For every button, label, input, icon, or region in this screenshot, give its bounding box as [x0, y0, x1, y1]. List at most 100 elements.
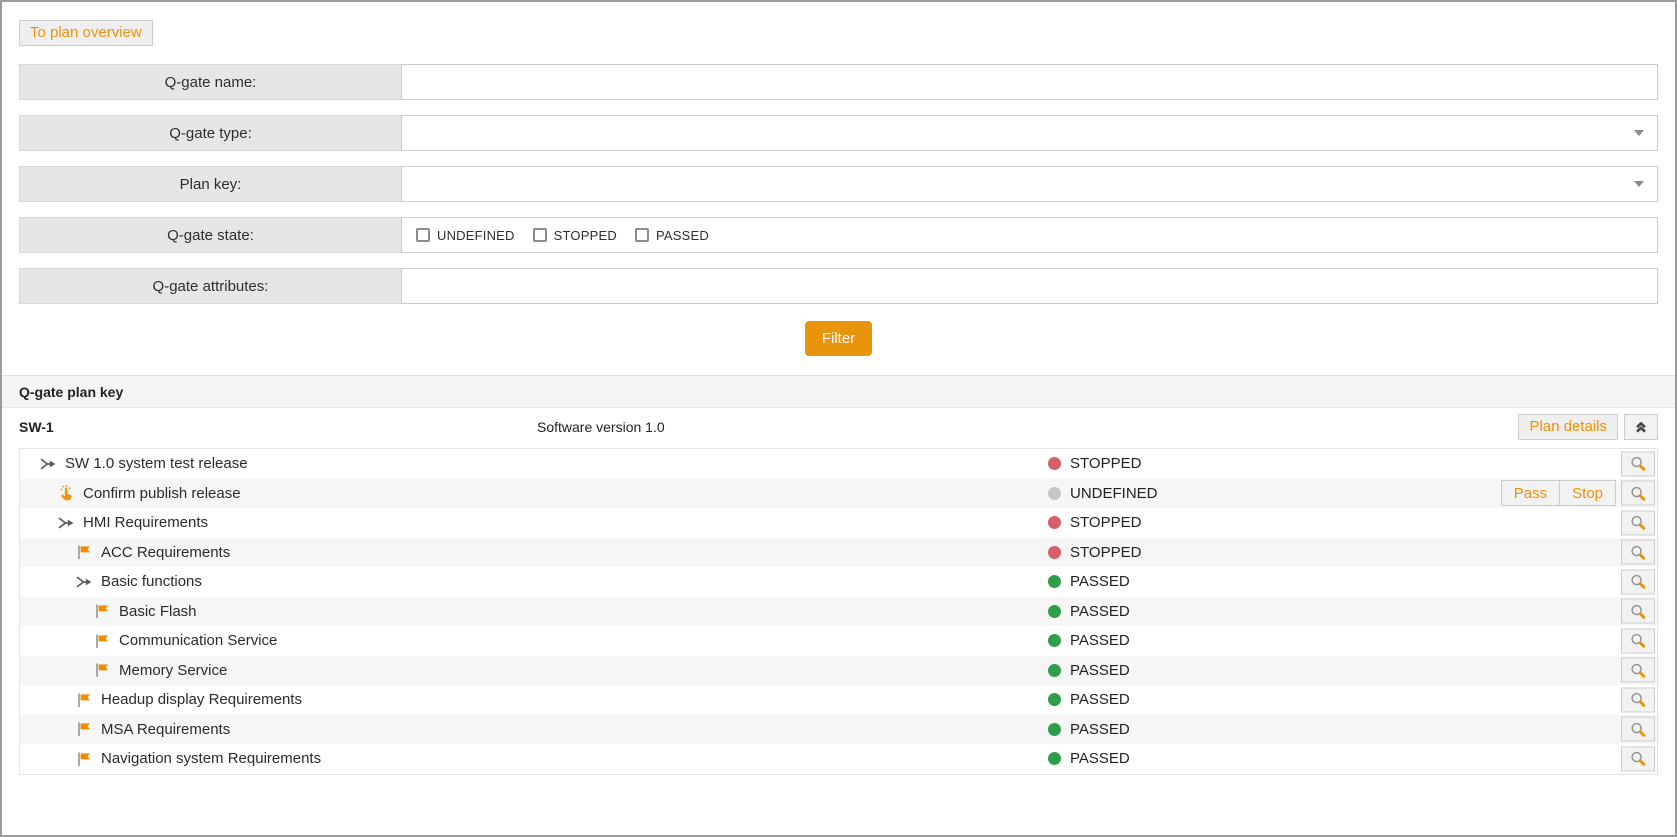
status-dot-icon	[1048, 634, 1061, 648]
magnifier-icon	[1631, 663, 1646, 678]
filter-button[interactable]: Filter	[804, 321, 873, 356]
form-row-plan-key: Plan key:	[19, 166, 1658, 202]
plan-row: SW-1 Software version 1.0 Plan details	[2, 408, 1675, 445]
qgate-status: STOPPED	[1048, 538, 1141, 568]
milestone-flag-icon	[78, 545, 90, 560]
plan-key-select[interactable]	[402, 167, 1657, 201]
magnifier-icon	[1631, 486, 1646, 501]
state-stopped-checkbox[interactable]	[532, 228, 547, 242]
plan-key-value: SW-1	[19, 418, 54, 435]
to-plan-overview-button[interactable]: To plan overview	[19, 20, 153, 46]
qgate-status: PASSED	[1048, 685, 1130, 715]
details-magnifier-button[interactable]	[1621, 451, 1655, 477]
magnifier-icon	[1631, 722, 1646, 737]
milestone-flag-icon	[96, 663, 108, 678]
qgate-row: Basic Flash PASSED	[20, 596, 1657, 627]
qgate-attributes-input[interactable]	[402, 269, 1657, 303]
details-magnifier-button[interactable]	[1621, 628, 1655, 654]
form-row-qgate-name: Q-gate name:	[19, 64, 1658, 100]
details-magnifier-button[interactable]	[1621, 716, 1655, 742]
qgate-status: UNDEFINED	[1048, 479, 1158, 509]
qgate-name: MSA Requirements	[101, 720, 231, 738]
qgate-name-input[interactable]	[402, 65, 1657, 99]
qgate-name: SW 1.0 system test release	[65, 455, 248, 473]
qgate-row: Headup display Requirements PASSED	[20, 685, 1657, 715]
qgate-status: PASSED	[1048, 626, 1130, 656]
status-label: STOPPED	[1070, 543, 1142, 561]
confirm-hand-icon	[60, 485, 72, 501]
qgate-type-select[interactable]	[402, 116, 1657, 150]
status-dot-icon	[1048, 693, 1061, 707]
milestone-flag-icon	[96, 604, 108, 619]
milestone-flag-icon	[78, 693, 90, 707]
details-magnifier-button[interactable]	[1621, 510, 1655, 536]
row-icon	[76, 692, 93, 708]
qgate-row: SW 1.0 system test release STOPPED	[20, 449, 1657, 479]
qgate-status: STOPPED	[1048, 449, 1141, 479]
magnifier-icon	[1631, 457, 1646, 472]
qgate-row: Basic functions PASSED	[20, 567, 1657, 597]
status-label: STOPPED	[1070, 514, 1142, 532]
state-undefined-checkbox[interactable]	[416, 228, 430, 242]
state-passed-checkbox[interactable]	[634, 228, 649, 242]
details-magnifier-button[interactable]	[1621, 657, 1655, 683]
details-magnifier-button[interactable]	[1621, 569, 1655, 595]
status-dot-icon	[1048, 486, 1061, 500]
plan-details-button[interactable]: Plan details	[1518, 413, 1618, 440]
details-magnifier-button[interactable]	[1621, 539, 1655, 565]
qgate-attributes-label: Q-gate attributes:	[19, 268, 402, 304]
junction-arrow-icon	[76, 576, 92, 588]
qgate-status: PASSED	[1048, 567, 1130, 597]
magnifier-icon	[1631, 634, 1646, 649]
status-dot-icon	[1048, 604, 1061, 618]
milestone-flag-icon	[78, 722, 90, 737]
qgate-name: Basic functions	[101, 573, 202, 591]
qgate-name-label: Q-gate name:	[19, 64, 402, 100]
qgate-row: Memory Service PASSED	[20, 655, 1657, 685]
status-label: PASSED	[1070, 691, 1130, 709]
pass-button[interactable]: Pass	[1500, 480, 1561, 507]
state-undefined-checkbox-label: UNDEFINED	[437, 227, 515, 243]
qgate-row: MSA Requirements PASSED	[20, 714, 1657, 745]
form-row-qgate-attributes: Q-gate attributes:	[19, 268, 1658, 304]
junction-arrow-icon	[58, 517, 74, 529]
details-magnifier-button[interactable]	[1621, 687, 1655, 713]
status-dot-icon	[1048, 663, 1061, 677]
qgate-status: PASSED	[1048, 597, 1130, 627]
magnifier-icon	[1631, 575, 1646, 590]
qgate-list: SW 1.0 system test release STOPPED Confi…	[19, 448, 1658, 775]
status-label: PASSED	[1070, 720, 1130, 738]
qgate-name: Basic Flash	[119, 602, 197, 620]
status-dot-icon	[1048, 516, 1061, 530]
qgate-row: ACC Requirements STOPPED	[20, 537, 1657, 568]
qgate-status: PASSED	[1048, 715, 1130, 745]
qgate-row: Navigation system Requirements PASSED	[20, 744, 1657, 774]
row-icon	[58, 515, 75, 531]
qgate-row: Confirm publish release UNDEFINED Pass St…	[20, 478, 1657, 509]
plan-key-label: Plan key:	[19, 166, 402, 202]
state-passed-checkbox-label: PASSED	[655, 227, 709, 243]
magnifier-icon	[1631, 752, 1646, 767]
form-row-qgate-type: Q-gate type:	[19, 115, 1658, 151]
status-label: UNDEFINED	[1070, 484, 1158, 502]
status-label: PASSED	[1070, 602, 1130, 620]
filter-form: Q-gate name: Q-gate type: Plan key: Q-ga	[2, 64, 1675, 356]
details-magnifier-button[interactable]	[1621, 480, 1655, 506]
status-label: PASSED	[1070, 573, 1130, 591]
row-icon	[94, 603, 111, 619]
row-actions: Pass Stop	[1500, 479, 1616, 509]
qgate-name: Confirm publish release	[83, 484, 241, 502]
qgate-name: Headup display Requirements	[101, 691, 302, 709]
status-dot-icon	[1048, 457, 1061, 471]
details-magnifier-button[interactable]	[1621, 598, 1655, 624]
collapse-all-button[interactable]	[1624, 413, 1658, 440]
row-icon	[76, 544, 93, 560]
junction-arrow-icon	[40, 458, 56, 470]
qgate-row: HMI Requirements STOPPED	[20, 508, 1657, 538]
qgate-state-label: Q-gate state:	[19, 217, 402, 253]
details-magnifier-button[interactable]	[1621, 746, 1655, 772]
status-label: PASSED	[1070, 750, 1130, 768]
stop-button[interactable]: Stop	[1559, 480, 1616, 507]
row-icon	[76, 751, 93, 767]
qgate-name: Memory Service	[119, 661, 228, 679]
